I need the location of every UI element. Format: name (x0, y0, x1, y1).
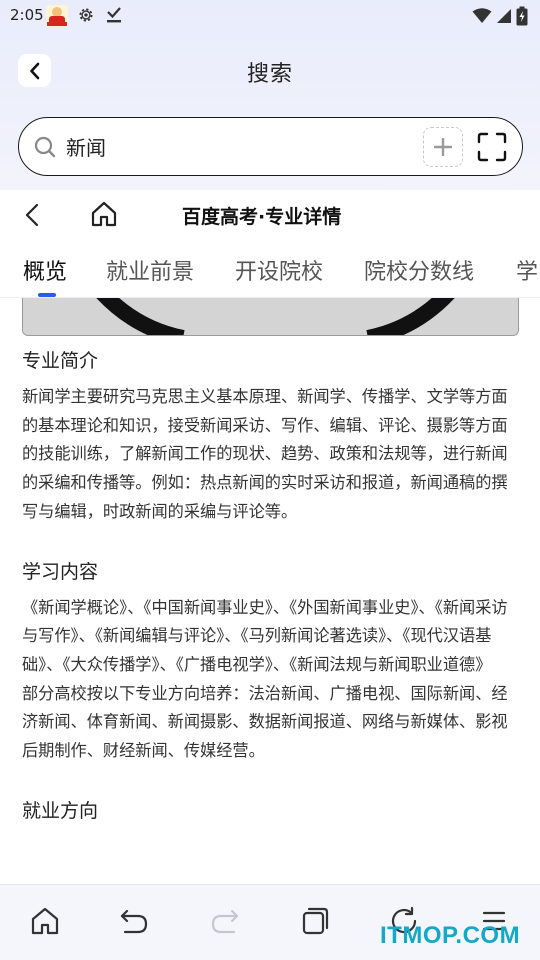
tabs-icon[interactable] (299, 905, 331, 937)
plus-icon (434, 138, 452, 156)
banner-image (22, 298, 519, 336)
main-content: 专业简介 新闻学主要研究马克思主义基本原理、新闻学、传播学、文学等方面的基本理论… (22, 346, 520, 833)
tab-overview[interactable]: 概览 (23, 254, 67, 286)
signal-icon (497, 9, 511, 23)
page-title: 搜索 (246, 62, 293, 87)
search-icon (34, 136, 56, 158)
search-bar[interactable]: 新闻 (18, 117, 523, 176)
study-heading: 学习内容 (22, 560, 99, 583)
tab-score-lines[interactable]: 院校分数线 (364, 254, 474, 286)
study-courses: 《新闻学概论》、《中国新闻事业史》、《外国新闻事业史》、《新闻采访与写作》、《新… (22, 597, 508, 674)
tab-bar: 概览 就业前景 开设院校 院校分数线 学 (0, 244, 540, 298)
wifi-icon (472, 8, 492, 23)
status-time: 2:05 (10, 6, 44, 24)
active-tab-indicator (38, 293, 56, 297)
settings-gear-icon (79, 8, 93, 22)
career-heading: 就业方向 (22, 799, 99, 822)
battery-icon (516, 6, 528, 26)
study-directions: 部分高校按以下专业方向培养：法治新闻、广播电视、国际新闻、经济新闻、体育新闻、新… (22, 683, 508, 761)
app-header: 搜索 (0, 44, 540, 98)
app-notification-icon (46, 5, 68, 27)
scan-icon[interactable] (477, 132, 507, 162)
intro-heading: 专业简介 (22, 350, 99, 372)
web-back-icon[interactable] (22, 202, 42, 228)
tab-schools[interactable]: 开设院校 (235, 254, 323, 286)
status-right-icons (472, 6, 528, 26)
web-toolbar: 百度高考·专业详情 (0, 190, 540, 240)
tab-employment-prospects[interactable]: 就业前景 (106, 254, 194, 286)
add-button[interactable] (423, 127, 463, 167)
download-done-icon (107, 7, 121, 23)
banner-graphic (23, 298, 518, 335)
web-page-title: 百度高考·专业详情 (182, 206, 342, 228)
intro-text: 新闻学主要研究马克思主义基本原理、新闻学、传播学、文学等方面的基本理论和知识，接… (22, 387, 508, 521)
status-bar: 2:05 (0, 0, 540, 32)
watermark-logo: ITMOP.COM (380, 922, 521, 949)
search-input[interactable]: 新闻 (66, 132, 106, 161)
redo-icon[interactable] (209, 905, 241, 937)
undo-icon[interactable] (118, 905, 150, 937)
home-icon[interactable] (29, 905, 61, 937)
tab-more[interactable]: 学 (516, 254, 538, 286)
web-home-icon[interactable] (90, 200, 118, 228)
